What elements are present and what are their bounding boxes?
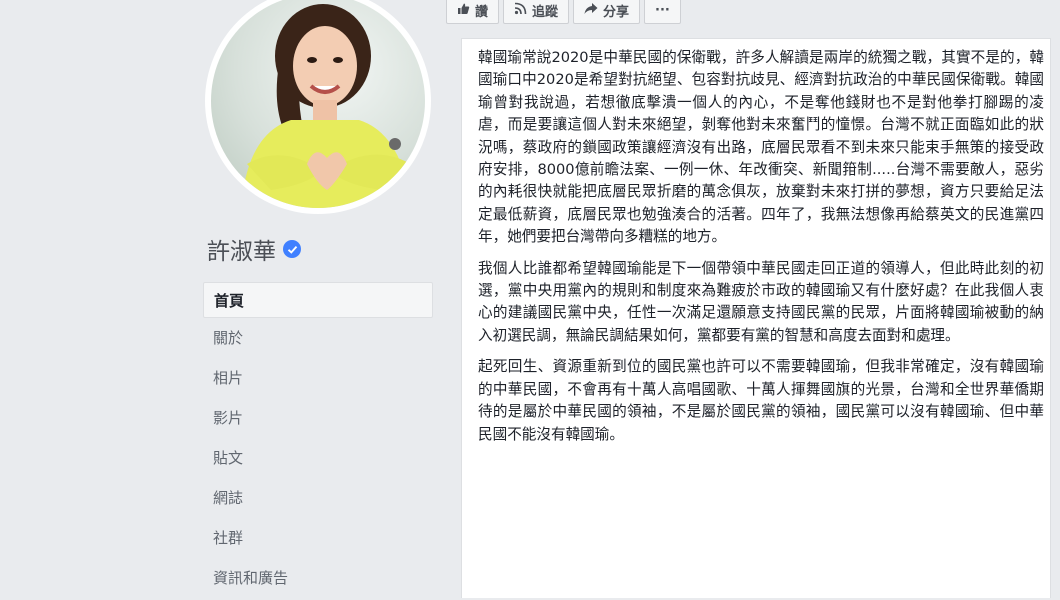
nav-item-posts[interactable]: 貼文 — [203, 440, 433, 480]
page-name[interactable]: 許淑華 — [207, 232, 301, 266]
left-column: 許淑華 首頁 關於 相片 影片 貼文 網誌 社群 資訊和廣告 — [0, 0, 445, 596]
page-nav: 首頁 關於 相片 影片 貼文 網誌 社群 資訊和廣告 — [203, 282, 433, 600]
share-arrow-icon — [584, 2, 598, 19]
nav-item-photos[interactable]: 相片 — [203, 360, 433, 400]
follow-button[interactable]: 追蹤 — [503, 0, 570, 24]
like-label: 讚 — [475, 4, 489, 20]
thumbs-up-icon — [457, 2, 470, 19]
post-paragraph: 韓國瑜常說2020是中華民國的保衛戰，許多人解讀是兩岸的統獨之戰，其實不是的，韓… — [478, 49, 1044, 246]
verified-check-icon — [283, 240, 301, 258]
like-button[interactable]: 讚 — [446, 0, 500, 24]
share-label: 分享 — [603, 4, 630, 20]
nav-item-notes[interactable]: 網誌 — [203, 480, 433, 520]
page-action-bar: 讚 追蹤 分享 ··· — [446, 0, 681, 26]
profile-avatar[interactable] — [205, 0, 431, 214]
more-dots-icon: ··· — [655, 2, 670, 18]
post-paragraph: 我個人比誰都希望韓國瑜能是下一個帶領中華民國走回正道的領導人，但此時此刻的初選，… — [478, 259, 1044, 344]
more-options-button[interactable]: ··· — [644, 0, 681, 24]
profile-photo-illustration — [241, 4, 411, 208]
profile-photo — [211, 0, 425, 208]
share-button[interactable]: 分享 — [573, 0, 641, 24]
nav-item-videos[interactable]: 影片 — [203, 400, 433, 440]
follow-label: 追蹤 — [532, 4, 559, 20]
post-body: 韓國瑜常說2020是中華民國的保衛戰，許多人解讀是兩岸的統獨之戰，其實不是的，韓… — [478, 47, 1044, 455]
page-name-text: 許淑華 — [207, 239, 276, 265]
nav-item-about[interactable]: 關於 — [203, 320, 433, 360]
follow-rss-icon — [514, 2, 527, 19]
nav-item-community[interactable]: 社群 — [203, 520, 433, 560]
nav-item-home[interactable]: 首頁 — [203, 282, 433, 318]
post-card: 韓國瑜常說2020是中華民國的保衛戰，許多人解讀是兩岸的統獨之戰，其實不是的，韓… — [461, 38, 1051, 598]
post-paragraph: 起死回生、資源重新到位的國民黨也許可以不需要韓國瑜，但我非常確定，沒有韓國瑜的中… — [478, 358, 1044, 443]
nav-item-info-and-ads[interactable]: 資訊和廣告 — [203, 560, 433, 600]
